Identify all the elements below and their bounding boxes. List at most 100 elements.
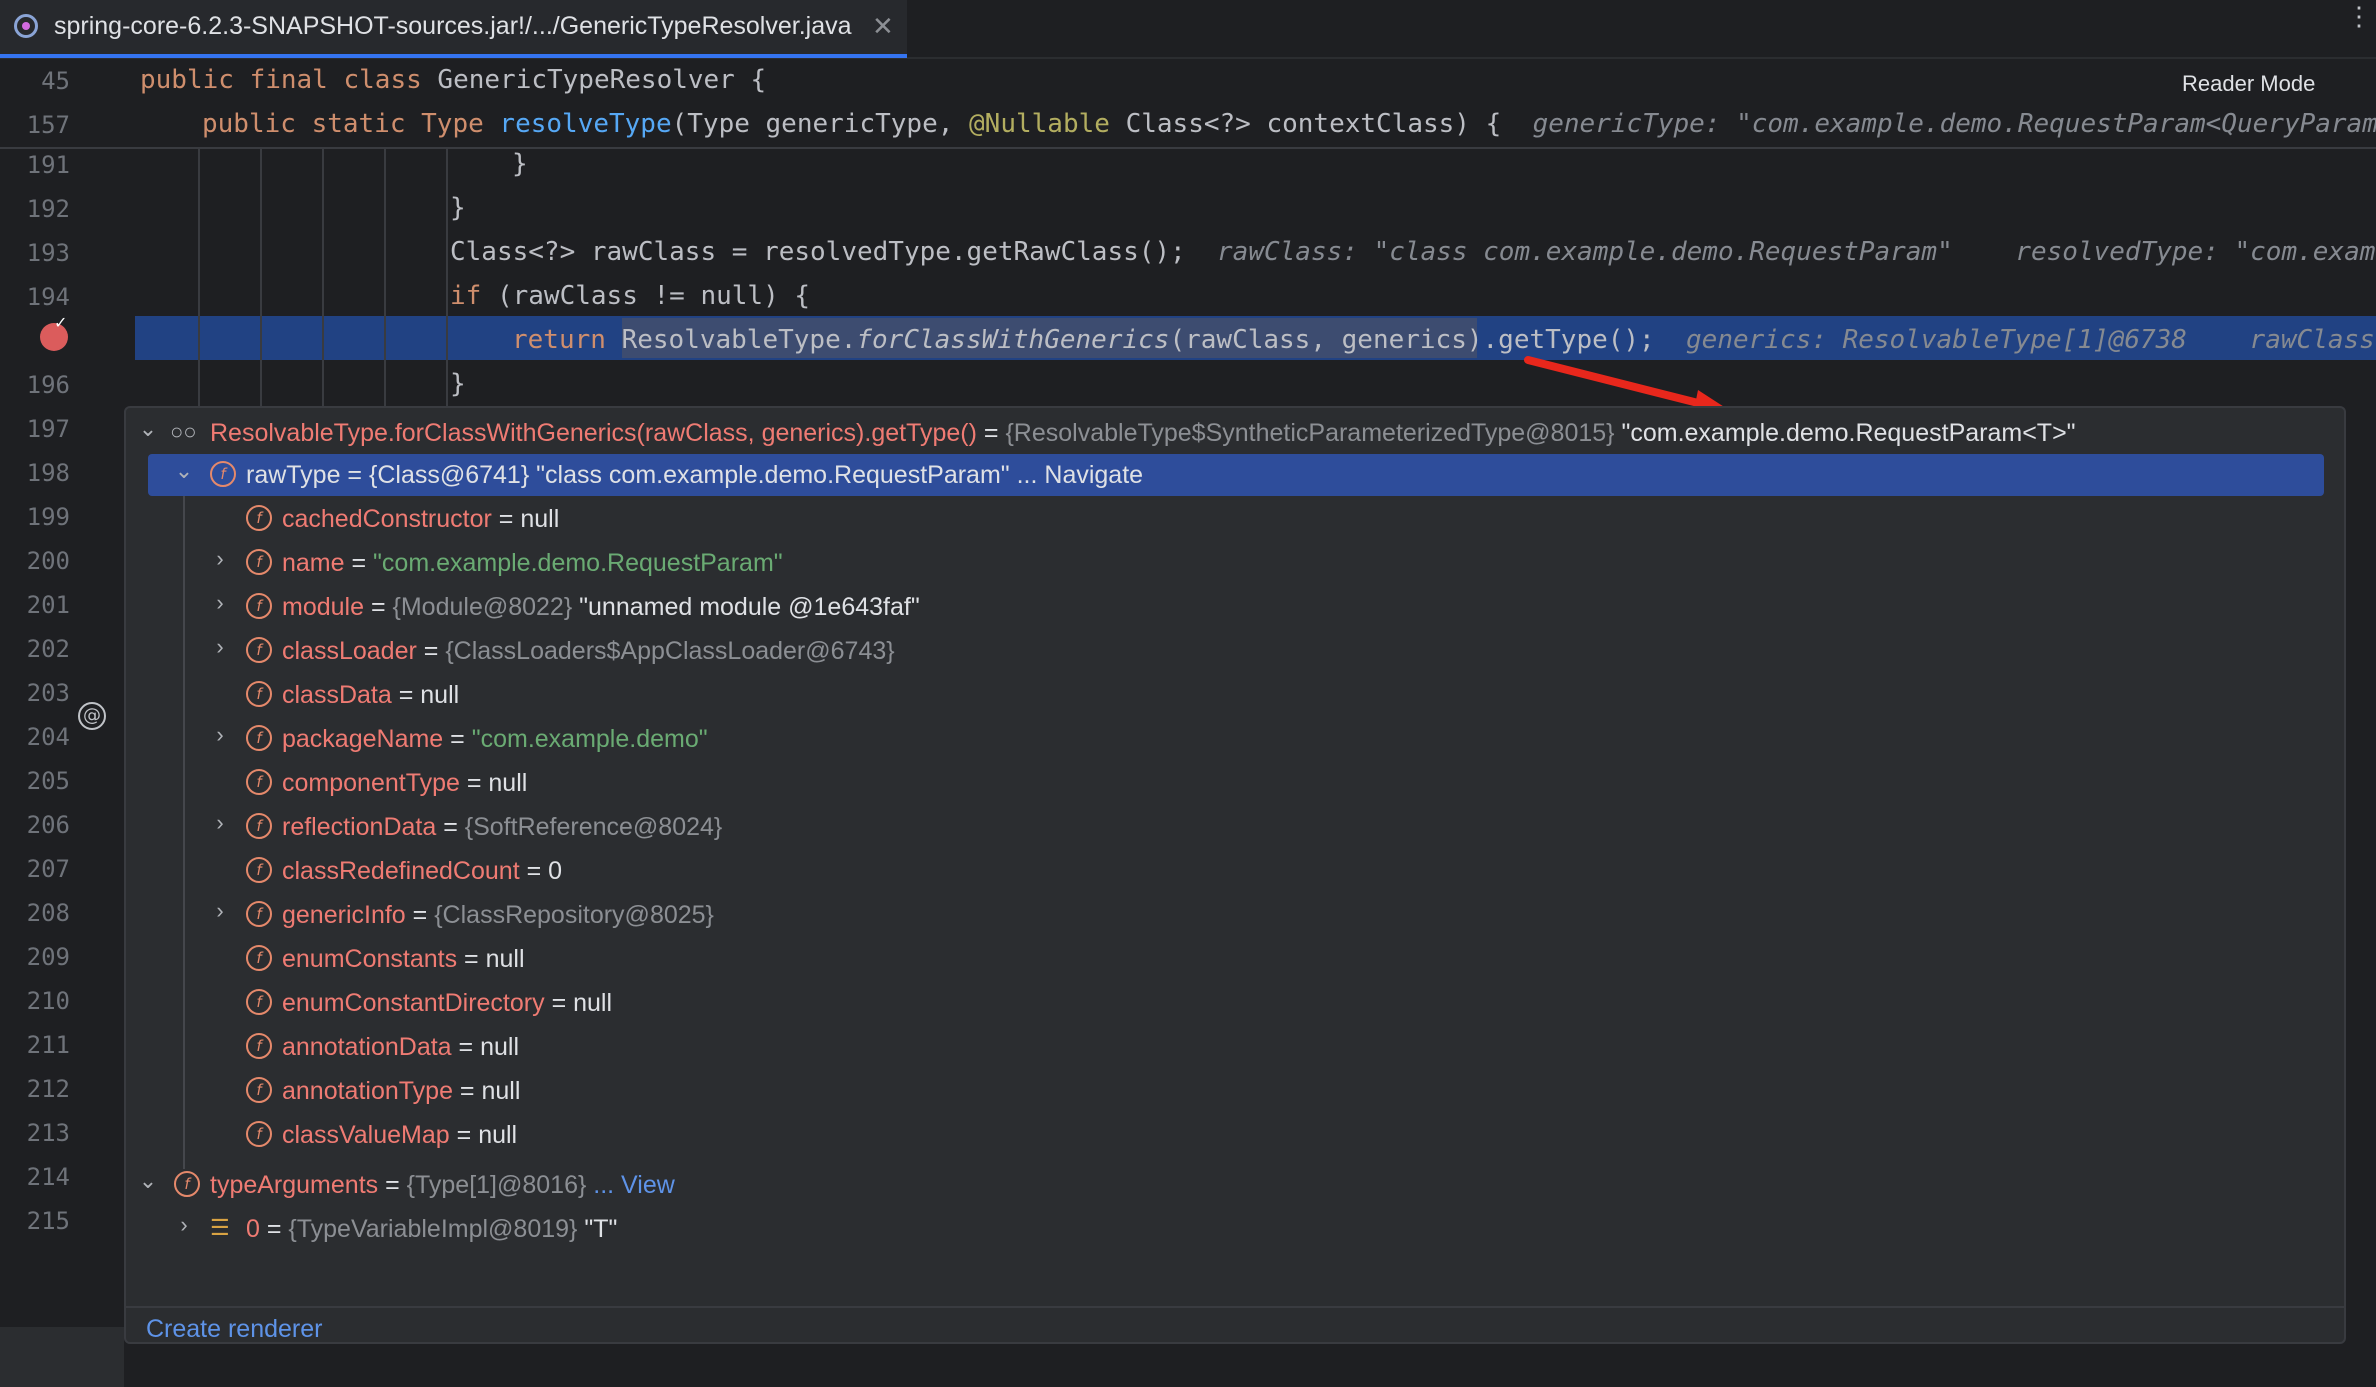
- tree-row-text: enumConstants = null: [282, 945, 525, 973]
- tree-row-text: annotationType = null: [282, 1077, 521, 1105]
- sticky-line[interactable]: public static Type resolveType(Type gene…: [202, 109, 2376, 139]
- tree-row-text: enumConstantDirectory = null: [282, 989, 613, 1017]
- line-number: 200: [26, 547, 70, 575]
- line-number: 214: [26, 1163, 70, 1191]
- tree-row-text: classData = null: [282, 681, 460, 709]
- chevron-right-icon[interactable]: ›: [208, 810, 232, 836]
- sticky-line[interactable]: public final class GenericTypeResolver {: [140, 65, 766, 95]
- tree-row-typeArguments[interactable]: ⌄ f typeArguments = {Type[1]@8016} ... V…: [126, 1164, 2326, 1206]
- popup-divider: [126, 1306, 2344, 1308]
- watch-glasses-icon: ○○: [170, 419, 197, 444]
- field-icon: f: [246, 1033, 272, 1059]
- editor-tab[interactable]: spring-core-6.2.3-SNAPSHOT-sources.jar!/…: [0, 0, 907, 58]
- keyword: return: [512, 325, 606, 355]
- tree-row-type-arg-0[interactable]: › ☰ 0 = {TypeVariableImpl@8019} "T": [126, 1208, 2326, 1250]
- line-number: 194: [26, 283, 70, 311]
- line-number: 208: [26, 899, 70, 927]
- view-link[interactable]: ... View: [586, 1171, 675, 1199]
- code-line[interactable]: }: [512, 149, 528, 179]
- navigate-link[interactable]: ... Navigate: [1010, 461, 1143, 489]
- tree-row-componentType[interactable]: f componentType = null: [126, 762, 2326, 804]
- field-icon: f: [246, 1121, 272, 1147]
- final-field-icon: f: [174, 1171, 200, 1197]
- chevron-right-icon[interactable]: ›: [208, 590, 232, 616]
- editor-tab-bar: spring-core-6.2.3-SNAPSHOT-sources.jar!/…: [0, 0, 2376, 59]
- line-number: 201: [26, 591, 70, 619]
- tree-row-reflectionData[interactable]: › f reflectionData = {SoftReference@8024}: [126, 806, 2326, 848]
- chevron-down-icon[interactable]: ⌄: [136, 416, 160, 442]
- tree-row-classRedefinedCount[interactable]: f classRedefinedCount = 0: [126, 850, 2326, 892]
- keyword: if: [450, 281, 482, 311]
- inline-debug-hint: genericType: "com.example.demo.RequestPa…: [1532, 109, 2376, 139]
- create-renderer-link[interactable]: Create renderer: [146, 1315, 322, 1344]
- tree-root-row[interactable]: ⌄ ○○ ResolvableType.forClassWithGenerics…: [126, 412, 2326, 454]
- tree-row-enumConstants[interactable]: f enumConstants = null: [126, 938, 2326, 980]
- tree-row-annotationData[interactable]: f annotationData = null: [126, 1026, 2326, 1068]
- tree-row-rawType[interactable]: ⌄ f rawType = {Class@6741} "class com.ex…: [126, 454, 2326, 496]
- more-icon[interactable]: ⋮: [2346, 3, 2372, 29]
- line-number: 193: [26, 239, 70, 267]
- field-icon: f: [246, 813, 272, 839]
- tree-row-text: classLoader = {ClassLoaders$AppClassLoad…: [282, 637, 895, 665]
- tree-row-text: classRedefinedCount = 0: [282, 857, 563, 885]
- tree-row-genericInfo[interactable]: › f genericInfo = {ClassRepository@8025}: [126, 894, 2326, 936]
- chevron-down-icon[interactable]: ⌄: [172, 458, 196, 484]
- field-icon: f: [246, 1077, 272, 1103]
- code-text: {: [734, 65, 767, 95]
- field-icon: f: [246, 593, 272, 619]
- field-icon: f: [246, 681, 272, 707]
- tree-row-annotationType[interactable]: f annotationType = null: [126, 1070, 2326, 1112]
- line-number: 203: [26, 679, 70, 707]
- chevron-right-icon[interactable]: ›: [208, 898, 232, 924]
- keyword: public final class: [140, 65, 438, 95]
- line-number: 205: [26, 767, 70, 795]
- reader-mode-button[interactable]: Reader Mode: [2182, 71, 2315, 97]
- chevron-down-icon[interactable]: ⌄: [136, 1168, 160, 1194]
- chevron-right-icon[interactable]: ›: [208, 634, 232, 660]
- gutter-footer: [0, 1327, 124, 1387]
- code-line[interactable]: }: [450, 193, 466, 223]
- active-tab-indicator: [0, 54, 907, 58]
- field-icon: f: [246, 769, 272, 795]
- tree-row-name[interactable]: › f name = "com.example.demo.RequestParam": [126, 542, 2326, 584]
- line-number: 213: [26, 1119, 70, 1147]
- breakpoint-icon[interactable]: [40, 313, 68, 351]
- tree-row-text: annotationData = null: [282, 1033, 520, 1061]
- tree-row-text: 0 = {TypeVariableImpl@8019} "T": [246, 1215, 618, 1243]
- line-number: 157: [26, 111, 70, 139]
- sticky-lines-header[interactable]: 45 public final class GenericTypeResolve…: [0, 59, 2376, 149]
- tree-row-classValueMap[interactable]: f classValueMap = null: [126, 1114, 2326, 1156]
- tree-row-enumConstantDirectory[interactable]: f enumConstantDirectory = null: [126, 982, 2326, 1024]
- close-icon[interactable]: ✕: [872, 11, 894, 42]
- tree-row-packageName[interactable]: › f packageName = "com.example.demo": [126, 718, 2326, 760]
- code-line[interactable]: }: [450, 369, 466, 399]
- tree-row-text: packageName = "com.example.demo": [282, 725, 708, 753]
- chevron-right-icon[interactable]: ›: [208, 546, 232, 572]
- line-number: 207: [26, 855, 70, 883]
- field-icon: f: [246, 901, 272, 927]
- keyword: public static Type: [202, 109, 500, 139]
- code-line[interactable]: return ResolvableType.forClassWithGeneri…: [512, 325, 2375, 355]
- field-icon: f: [246, 945, 272, 971]
- code-line[interactable]: Class<?> rawClass = resolvedType.getRawC…: [450, 237, 2375, 267]
- tree-row-text: cachedConstructor = null: [282, 505, 560, 533]
- field-icon: f: [246, 505, 272, 531]
- field-icon: f: [246, 857, 272, 883]
- tree-row-cachedConstructor[interactable]: f cachedConstructor = null: [126, 498, 2326, 540]
- inline-debug-hint: generics: ResolvableType[1]@6738 rawClas…: [1686, 325, 2375, 355]
- line-number: 191: [26, 151, 70, 179]
- code-text: ResolvableType.: [605, 325, 857, 355]
- tree-row-classLoader[interactable]: › f classLoader = {ClassLoaders$AppClassLo…: [126, 630, 2326, 672]
- tree-row-module[interactable]: › f module = {Module@8022} "unnamed module…: [126, 586, 2326, 628]
- line-number: 198: [26, 459, 70, 487]
- code-line[interactable]: if (rawClass != null) {: [450, 281, 810, 311]
- line-number: 212: [26, 1075, 70, 1103]
- chevron-right-icon[interactable]: ›: [208, 722, 232, 748]
- tree-row-text: module = {Module@8022} "unnamed module @…: [282, 593, 920, 621]
- line-number: 206: [26, 811, 70, 839]
- at-icon[interactable]: @: [78, 702, 106, 730]
- evaluate-expression-popup[interactable]: ⌄ ○○ ResolvableType.forClassWithGenerics…: [124, 406, 2346, 1344]
- line-number: 211: [26, 1031, 70, 1059]
- tree-row-classData[interactable]: f classData = null: [126, 674, 2326, 716]
- chevron-right-icon[interactable]: ›: [172, 1212, 196, 1238]
